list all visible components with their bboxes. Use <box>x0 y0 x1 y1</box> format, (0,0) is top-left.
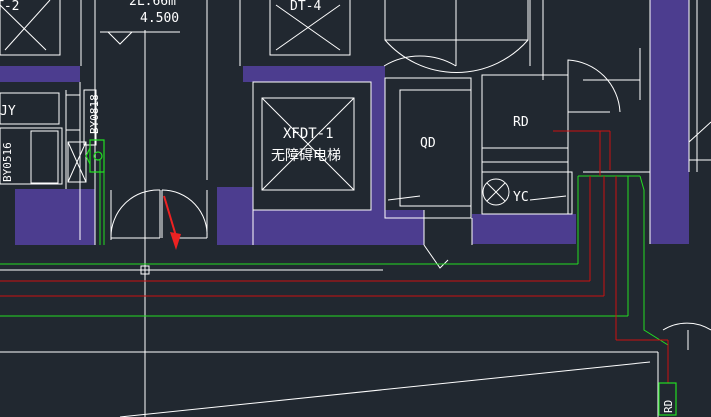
wall-elevator-top <box>243 66 384 82</box>
wall-elevator-right <box>371 66 385 211</box>
label-box-rd: RD <box>662 400 675 413</box>
label-elevation-top: 2L.66m <box>129 0 176 9</box>
label-door-tag-left: BY0516 <box>1 142 14 182</box>
label-room-rd: RD <box>513 115 529 130</box>
cad-viewport[interactable]: T-2 DT-4 2L.66m 4.500 JY BY0818 BY0516 X… <box>0 0 711 417</box>
label-elevator-code: XFDT-1 <box>283 126 334 142</box>
label-top-center: DT-4 <box>290 0 321 14</box>
drawing-labels: T-2 DT-4 2L.66m 4.500 JY BY0818 BY0516 X… <box>0 0 675 413</box>
red-arrow-icon <box>163 195 181 250</box>
label-room-jy: JY <box>0 104 16 119</box>
wall-right-column <box>650 0 689 244</box>
label-top-left: T-2 <box>0 0 19 14</box>
floor-plan-drawing: T-2 DT-4 2L.66m 4.500 JY BY0818 BY0516 X… <box>0 0 711 417</box>
label-room-yc: YC <box>513 190 529 205</box>
label-fire-box: BY0818 <box>88 94 101 134</box>
label-elevation-value: 4.500 <box>140 11 179 26</box>
wall-left-block <box>15 189 95 245</box>
label-room-qd: QD <box>420 136 436 151</box>
label-elevator-name: 无障碍电梯 <box>271 148 341 164</box>
wall-bottom-center <box>217 210 424 245</box>
wall-fills <box>0 0 689 245</box>
wall-bottom-right <box>472 214 576 244</box>
wall-top-left <box>0 66 80 82</box>
